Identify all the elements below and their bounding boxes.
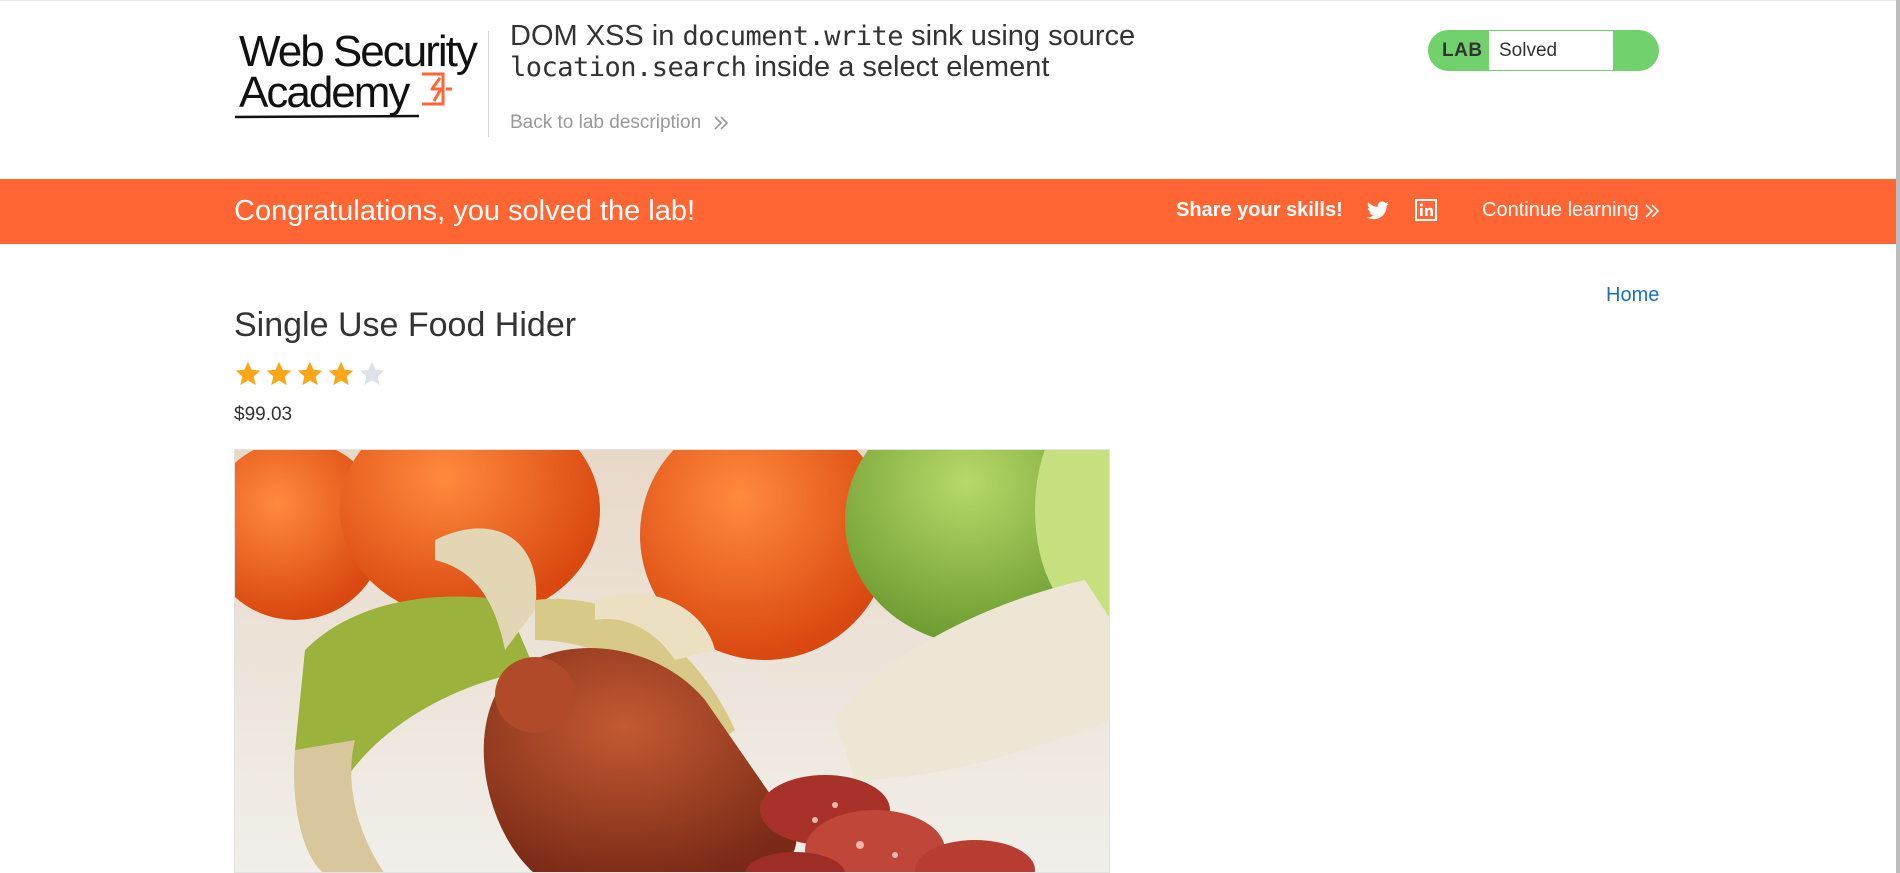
- back-link-label: Back to lab description: [510, 112, 702, 133]
- linkedin-icon[interactable]: [1415, 199, 1437, 221]
- product-image: [234, 449, 1110, 873]
- continue-learning-label: Continue learning: [1482, 199, 1639, 221]
- double-chevron-right-icon: [1645, 203, 1659, 218]
- product-rating: [234, 360, 386, 388]
- lab-title-text: DOM XSS in: [510, 20, 683, 52]
- continue-learning-link[interactable]: Continue learning: [1482, 199, 1660, 222]
- star-icon: [328, 361, 354, 386]
- product-title: Single Use Food Hider: [234, 306, 577, 344]
- lab-status-text: Solved: [1499, 40, 1558, 61]
- lab-title: DOM XSS in document.write sink using sou…: [510, 20, 1230, 84]
- lab-title-text: sink using source: [903, 20, 1136, 52]
- star-icon: [297, 361, 323, 386]
- lab-status-badge: LAB: [1442, 40, 1483, 61]
- lab-title-code: document.write: [682, 21, 904, 52]
- food-photo-illustration: [235, 450, 1109, 872]
- lab-status-widget: LAB Solved: [1428, 30, 1659, 71]
- star-icon: [359, 361, 385, 386]
- product-price: $99.03: [234, 404, 293, 425]
- star-icon: [235, 361, 261, 386]
- logo-text-line2: Academy: [239, 68, 410, 117]
- lab-title-text: inside a select element: [746, 51, 1050, 83]
- title-divider: [488, 31, 489, 137]
- share-skills-label: Share your skills!: [1176, 199, 1343, 221]
- page-scrollbar[interactable]: [1896, 0, 1900, 873]
- double-chevron-right-icon: [714, 116, 729, 130]
- lab-title-code: location.search: [510, 52, 747, 83]
- congratulations-message: Congratulations, you solved the lab!: [234, 195, 696, 227]
- logo-bolt-icon: [422, 72, 452, 106]
- back-to-lab-description-link[interactable]: Back to lab description: [510, 112, 729, 134]
- twitter-icon[interactable]: [1366, 199, 1390, 223]
- star-icon: [266, 361, 292, 386]
- web-security-academy-logo[interactable]: Web Security Academy: [233, 27, 485, 121]
- home-link[interactable]: Home: [1606, 284, 1659, 307]
- lab-status-value: Solved: [1489, 31, 1613, 70]
- congratulations-banner: Congratulations, you solved the lab! Sha…: [0, 179, 1896, 244]
- logo-underline: [234, 114, 420, 119]
- lab-header: Web Security Academy DOM XSS in document…: [0, 0, 1900, 179]
